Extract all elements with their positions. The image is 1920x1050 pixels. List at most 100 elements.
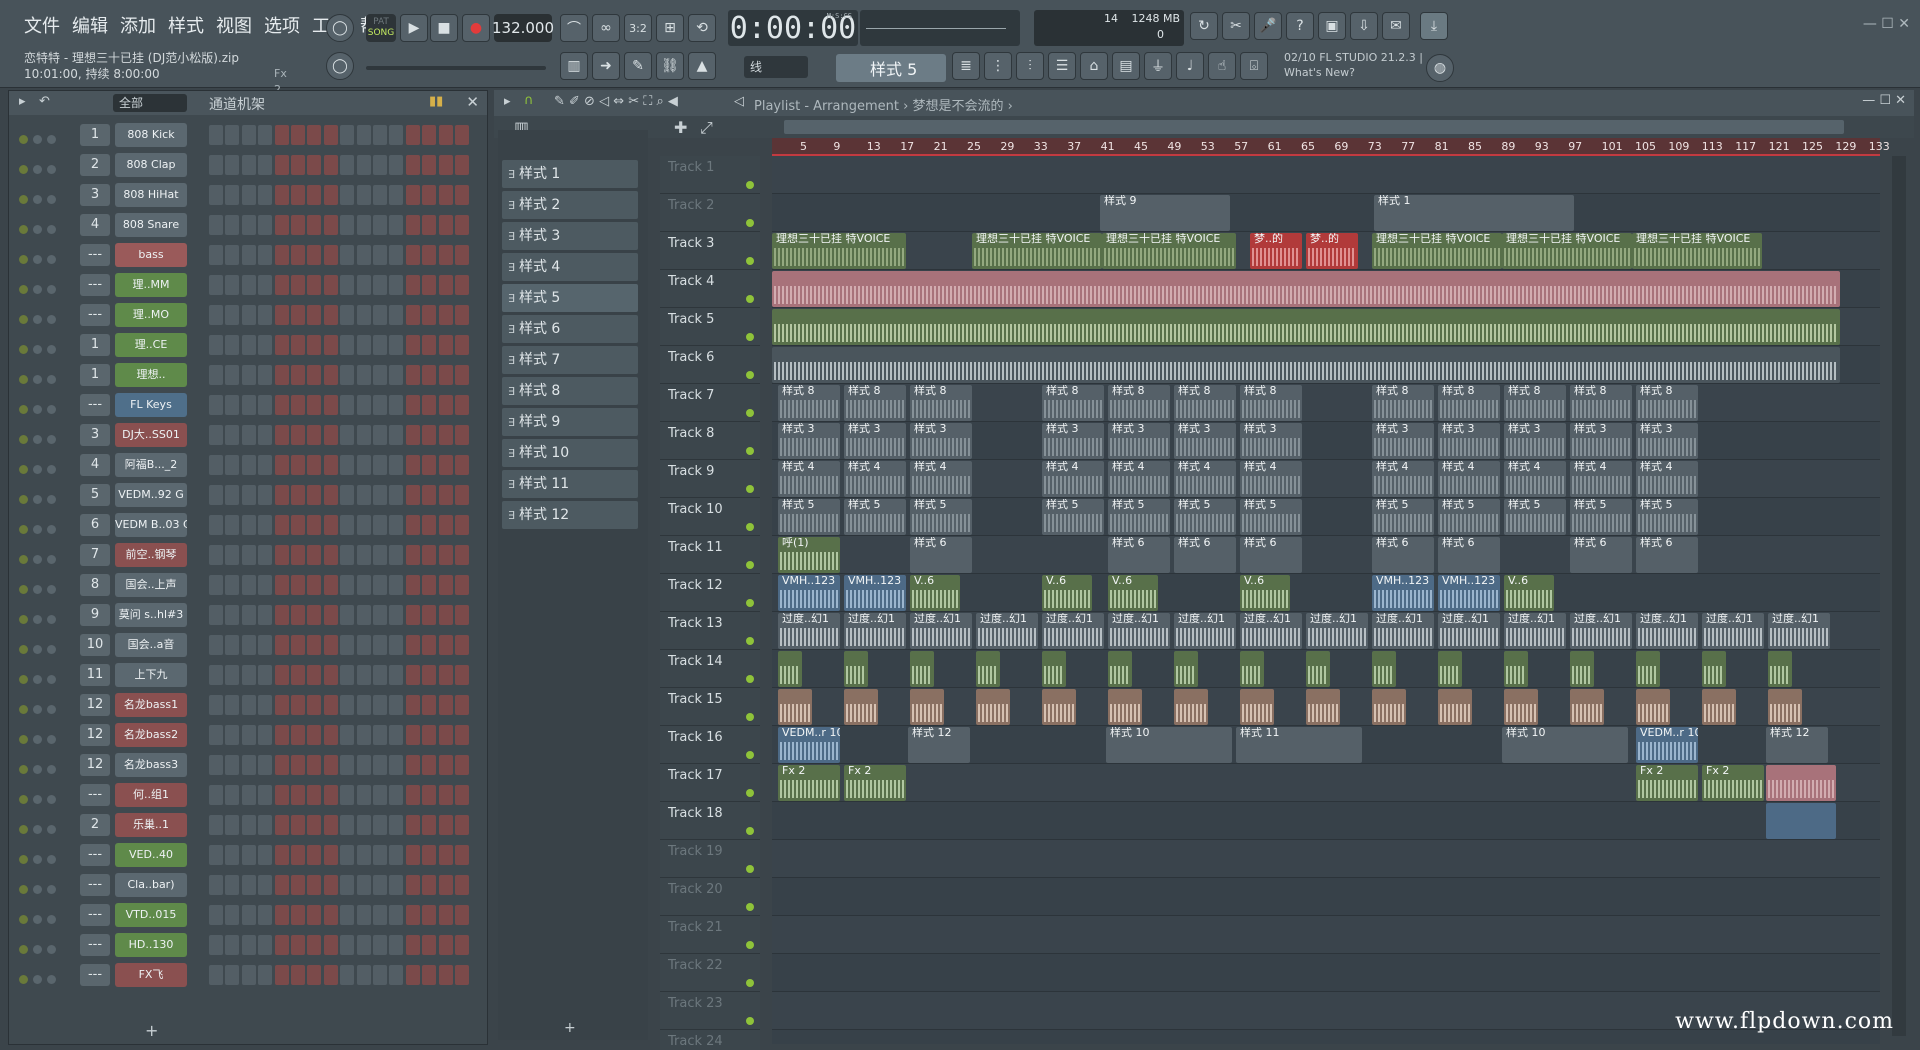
track-header[interactable]: Track 15 [660,688,760,726]
channel-name-button[interactable]: 乐巢..1 [115,813,187,837]
step-button[interactable] [340,605,355,625]
step-button[interactable] [291,335,305,355]
magnet-icon[interactable]: ∩ [524,93,534,108]
pattern-item[interactable]: ∃ 样式 4 [502,253,638,281]
step-button[interactable] [291,755,305,775]
step-button[interactable] [422,665,437,685]
channel-name-button[interactable]: bass [115,243,187,267]
channel-mute-controls[interactable] [19,189,67,204]
playlist-clip[interactable]: 样式 6 [1240,537,1302,573]
channel-row[interactable]: 4 808 Snare [9,209,479,239]
channel-mute-controls[interactable] [19,669,67,684]
step-button[interactable] [274,335,289,355]
channel-name-button[interactable]: DJ大..SS01 [115,423,187,447]
playlist-clip[interactable]: 样式 6 [1438,537,1500,573]
step-button[interactable] [323,845,338,865]
channel-mute-controls[interactable] [19,489,67,504]
step-button[interactable] [258,335,273,355]
channel-mixer-track[interactable]: 1 [80,364,110,386]
step-button[interactable] [291,965,305,985]
step-button[interactable] [340,965,355,985]
playlist-clip[interactable] [1570,689,1604,725]
channel-row[interactable]: --- HD..130 [9,929,479,959]
step-button[interactable] [209,215,223,235]
channel-mute-controls[interactable] [19,279,67,294]
step-button[interactable] [405,575,420,595]
step-button[interactable] [323,545,338,565]
step-button[interactable] [274,185,289,205]
playlist-clip[interactable]: 样式 5 [1108,499,1170,535]
step-button[interactable] [455,905,469,925]
playlist-clip[interactable]: 样式 3 [1240,423,1302,459]
step-button[interactable] [291,725,305,745]
step-button[interactable] [340,425,355,445]
cut-icon[interactable]: ✂ [1222,12,1250,40]
playlist-clip[interactable]: 过度..幻1 [1438,613,1500,649]
playlist-clip[interactable]: 样式 4 [1504,461,1566,497]
playlist-clip[interactable]: VEDM..r 10 [778,727,840,763]
playlist-clip[interactable]: 样式 6 [1174,537,1236,573]
playlist-clip[interactable]: 样式 5 [1174,499,1236,535]
playlist-clip[interactable]: 样式 8 [1438,385,1500,421]
step-button[interactable] [241,245,256,265]
step-button[interactable] [356,155,371,175]
step-button[interactable] [405,305,420,325]
step-button[interactable] [274,275,289,295]
playlist-clip[interactable]: 过度..幻1 [1240,613,1302,649]
channel-mute-controls[interactable] [19,909,67,924]
step-button[interactable] [438,845,453,865]
channel-mute-controls[interactable] [19,819,67,834]
step-button[interactable] [438,725,453,745]
step-button[interactable] [241,695,256,715]
step-button[interactable] [455,845,469,865]
channel-mixer-track[interactable]: 9 [80,604,110,626]
track-mute-led[interactable] [746,675,754,683]
playlist-clip[interactable] [976,689,1010,725]
song-pattern-toggle[interactable]: PAT SONG [366,14,396,42]
step-button[interactable] [307,845,322,865]
stop-icon[interactable]: ■ [430,14,458,42]
step-button[interactable] [307,725,322,745]
step-button[interactable] [438,245,453,265]
track-mute-led[interactable] [746,523,754,531]
track-header[interactable]: Track 18 [660,802,760,840]
link-icon[interactable]: ⛓ [656,52,684,80]
step-button[interactable] [405,905,420,925]
step-button[interactable] [373,185,387,205]
step-button[interactable] [291,485,305,505]
playlist-clip[interactable]: 呼(1) [778,537,840,573]
arrangement-grid[interactable]: 样式 9 样式 1 理想三十已挂 特VOICE 理想三十已挂 特VOICE 理想三十已挂… [772,156,1880,1044]
step-button[interactable] [438,155,453,175]
playlist-clip[interactable]: 过度..幻1 [1570,613,1632,649]
channel-mixer-track[interactable]: --- [80,844,110,866]
step-button[interactable] [455,605,469,625]
step-button[interactable] [389,845,404,865]
step-button[interactable] [209,275,223,295]
playlist-clip[interactable]: 样式 3 [1174,423,1236,459]
step-button[interactable] [291,845,305,865]
step-button[interactable] [241,575,256,595]
step-button[interactable] [405,335,420,355]
step-button[interactable] [373,155,387,175]
step-button[interactable] [373,725,387,745]
step-button[interactable] [307,575,322,595]
step-button[interactable] [323,125,338,145]
step-button[interactable] [389,455,404,475]
step-button[interactable] [373,635,387,655]
track-mute-led[interactable] [746,485,754,493]
step-button[interactable] [373,125,387,145]
step-button[interactable] [455,185,469,205]
step-button[interactable] [291,605,305,625]
step-button[interactable] [241,395,256,415]
playlist-icon[interactable]: ≣ [952,52,980,80]
step-button[interactable] [389,725,404,745]
step-button[interactable] [307,935,322,955]
channel-row[interactable]: 7 前空..钢琴 [9,539,479,569]
step-button[interactable] [340,275,355,295]
record-icon[interactable]: ● [462,14,490,42]
step-button[interactable] [422,815,437,835]
channel-mute-controls[interactable] [19,879,67,894]
step-button[interactable] [405,935,420,955]
playlist-clip[interactable]: VMH..123 [778,575,840,611]
channel-mute-controls[interactable] [19,429,67,444]
